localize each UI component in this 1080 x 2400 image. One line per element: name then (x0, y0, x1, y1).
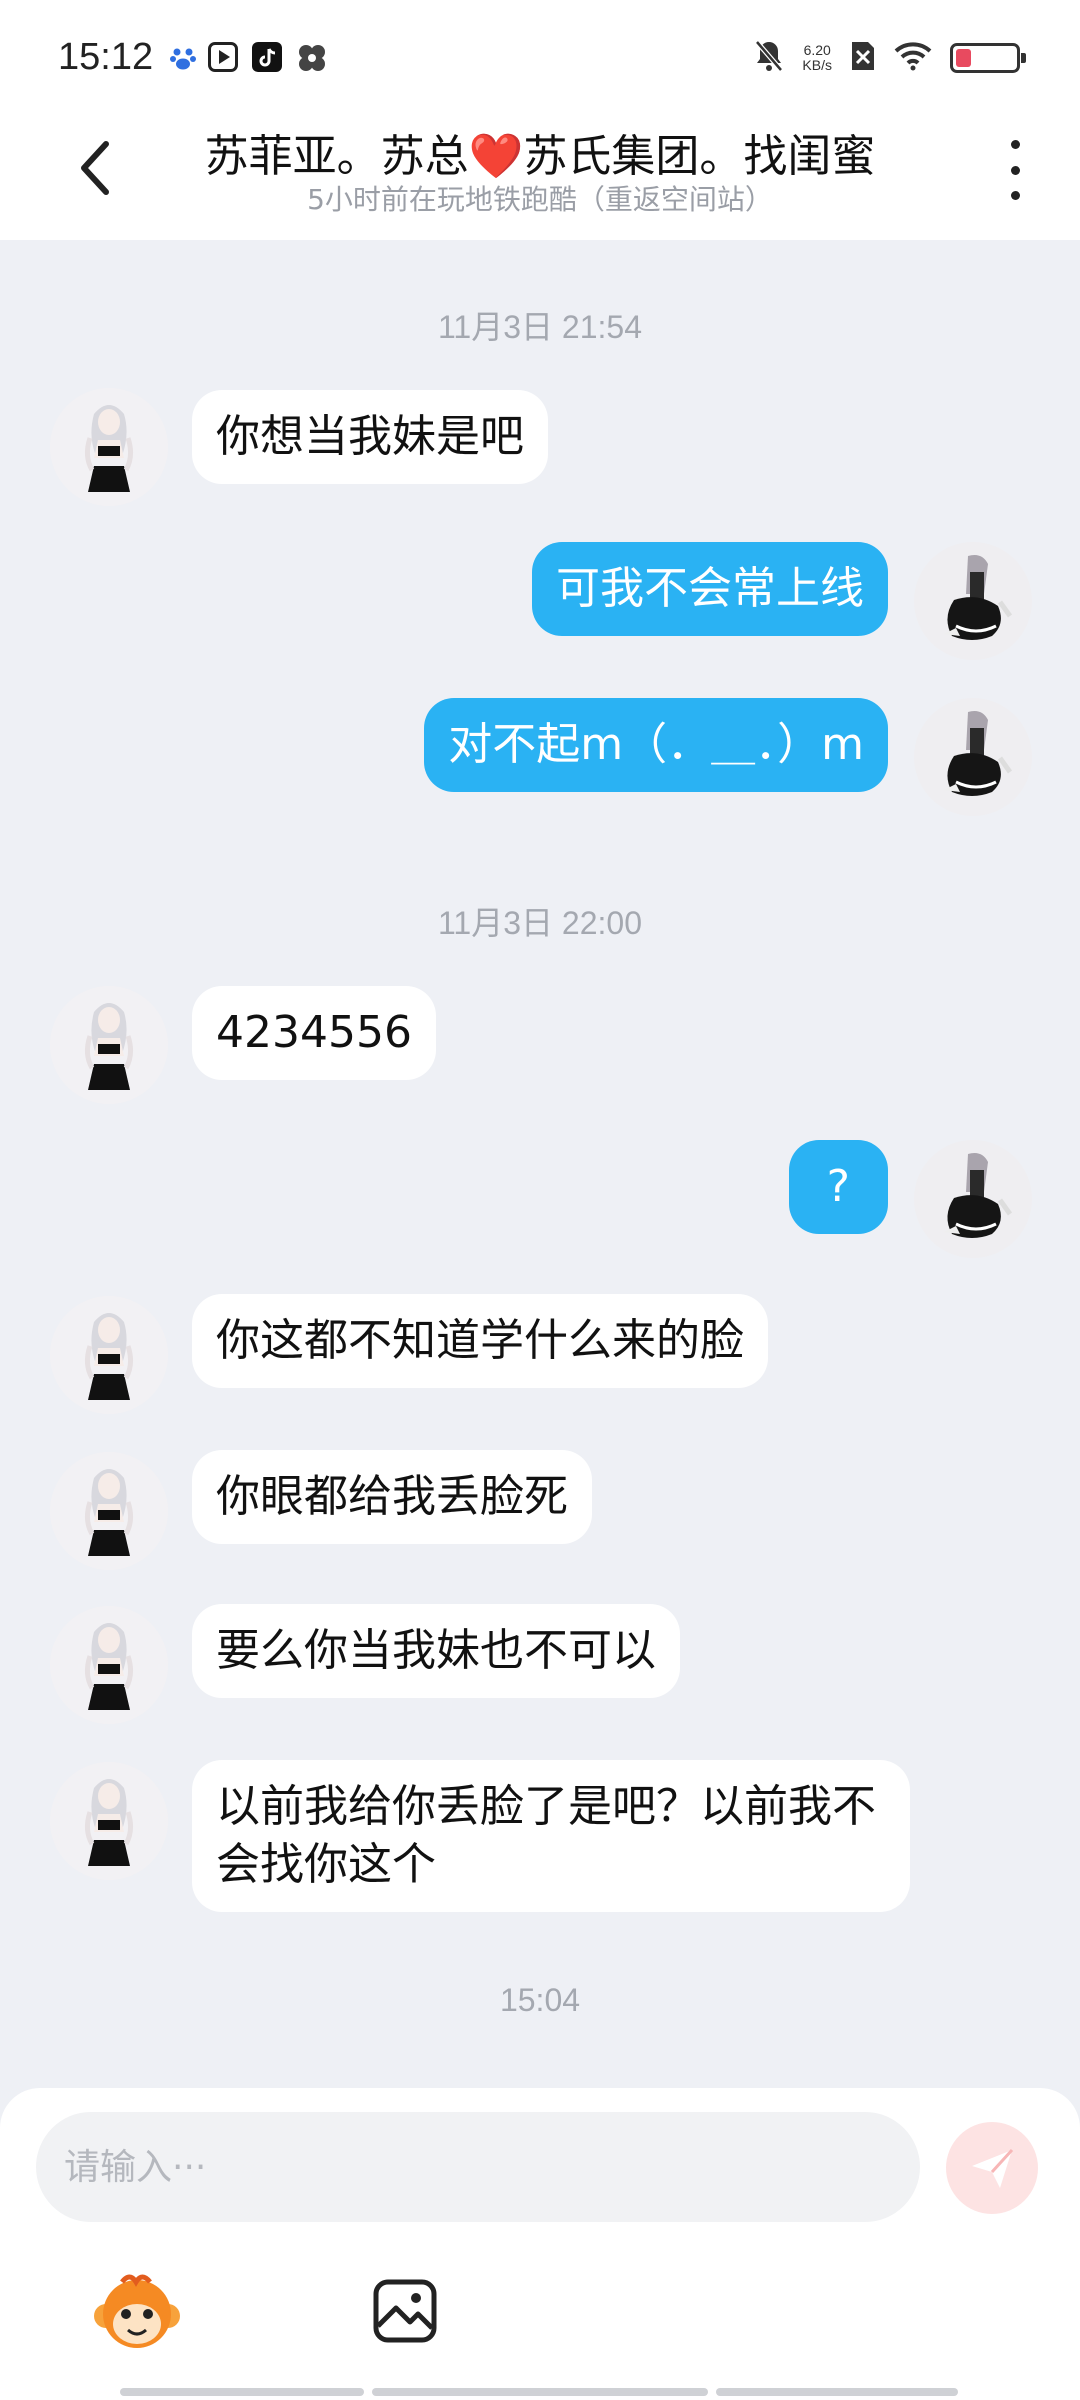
nav-gesture-bar[interactable] (120, 2388, 364, 2396)
incoming-message-bubble[interactable]: 4234556 (192, 986, 436, 1080)
outgoing-message-bubble[interactable]: ? (788, 1140, 888, 1234)
status-right-group: 6.20 KB/s (754, 36, 1026, 80)
my-avatar[interactable] (914, 542, 1032, 660)
incoming-message-bubble[interactable]: 你想当我妹是吧 (192, 390, 548, 484)
mute-icon (754, 39, 784, 77)
status-bar: 15:12 6.20 KB/s (0, 0, 1080, 110)
pinwheel-app-icon (296, 42, 326, 72)
contact-avatar[interactable] (50, 1606, 168, 1724)
send-button[interactable] (946, 2122, 1038, 2214)
incoming-message-bubble[interactable]: 要么你当我妹也不可以 (192, 1604, 680, 1698)
battery-level (956, 49, 971, 67)
nav-gesture-bar[interactable] (372, 2388, 708, 2396)
message-timestamp: 15:04 (499, 1982, 581, 2018)
monkey-emoji-icon (94, 2274, 180, 2348)
more-dot-icon (1010, 140, 1020, 149)
more-options-button[interactable] (1000, 140, 1030, 200)
network-speed-unit: KB/s (802, 57, 832, 73)
wifi-icon (894, 41, 932, 75)
incoming-message-bubble[interactable]: 你这都不知道学什么来的脸 (192, 1294, 768, 1388)
image-button[interactable] (370, 2276, 440, 2346)
outgoing-message-bubble[interactable]: 可我不会常上线 (532, 542, 888, 636)
more-dot-icon (1010, 191, 1020, 200)
my-avatar[interactable] (914, 698, 1032, 816)
chat-title: 苏菲亚。苏总❤️苏氏集团。找闺蜜 (204, 131, 876, 182)
my-avatar[interactable] (914, 1140, 1032, 1258)
image-icon (373, 2279, 437, 2343)
contact-avatar[interactable] (50, 1762, 168, 1880)
baidu-icon (168, 42, 198, 72)
contact-avatar[interactable] (50, 1296, 168, 1414)
outgoing-message-bubble[interactable]: 对不起m（．＿．）m (424, 698, 888, 792)
message-input[interactable] (36, 2112, 920, 2222)
tiktok-icon (252, 42, 282, 72)
sim-off-icon (850, 40, 876, 76)
more-dot-icon (1010, 165, 1020, 175)
network-speed: 6.20 KB/s (802, 43, 832, 73)
video-app-icon (208, 42, 238, 72)
chat-subtitle: 5小时前在玩地铁跑酷（重返空间站） (307, 183, 773, 216)
incoming-message-bubble[interactable]: 你眼都给我丢脸死 (192, 1450, 592, 1544)
status-time: 15:12 (58, 36, 154, 78)
network-speed-value: 6.20 (803, 42, 831, 58)
battery-icon (950, 43, 1026, 73)
contact-avatar[interactable] (50, 986, 168, 1104)
message-timestamp: 11月3日 22:00 (438, 905, 642, 941)
incoming-message-bubble[interactable]: 以前我给你丢脸了是吧？以前我不会找你这个 (192, 1760, 910, 1912)
contact-avatar[interactable] (50, 1452, 168, 1570)
contact-avatar[interactable] (50, 388, 168, 506)
message-timestamp: 11月3日 21:54 (438, 309, 642, 345)
send-icon (972, 2148, 1014, 2188)
nav-gesture-bar[interactable] (716, 2388, 958, 2396)
emoji-button[interactable] (92, 2268, 182, 2358)
message-input-panel (0, 2088, 1080, 2400)
chat-header: 苏菲亚。苏总❤️苏氏集团。找闺蜜 5小时前在玩地铁跑酷（重返空间站） (0, 110, 1080, 240)
